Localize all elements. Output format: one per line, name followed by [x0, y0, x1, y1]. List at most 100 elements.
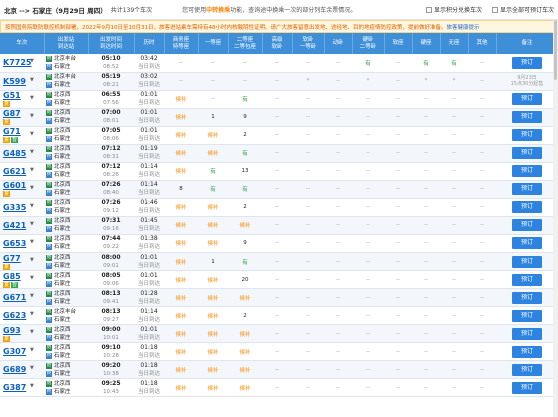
seat-availability[interactable]: 2	[243, 313, 247, 319]
seat-availability[interactable]: 候补	[239, 350, 250, 356]
seat-availability[interactable]: 有	[451, 61, 457, 67]
scrollbar-thumb[interactable]	[554, 20, 557, 80]
seat-availability[interactable]: 13	[242, 168, 249, 174]
expand-stops-icon[interactable]: ▼	[30, 131, 34, 137]
seat-availability[interactable]: 候补	[207, 241, 218, 247]
expand-stops-icon[interactable]: ▼	[30, 293, 34, 299]
notice-link[interactable]: 旅客健康提示	[447, 23, 480, 31]
seat-availability[interactable]: 候补	[207, 350, 218, 356]
seat-cell-1[interactable]: 候补	[198, 144, 228, 163]
seat-availability[interactable]: 候补	[175, 169, 186, 175]
train-number-link[interactable]: G93	[3, 326, 21, 335]
expand-stops-icon[interactable]: ▼	[30, 257, 34, 263]
expand-stops-icon[interactable]: ▼	[30, 149, 34, 155]
expand-stops-icon[interactable]: ▼	[30, 95, 34, 101]
train-number-link[interactable]: G621	[3, 167, 26, 176]
seat-cell-0[interactable]: 候补	[164, 324, 198, 344]
expand-stops-icon[interactable]: ▼	[30, 275, 34, 281]
seat-cell-1[interactable]: 候补	[198, 324, 228, 344]
seat-cell-2[interactable]: 候补	[228, 378, 262, 398]
seat-availability[interactable]: 候补	[175, 278, 186, 284]
seat-cell-2[interactable]: 候补	[228, 324, 262, 344]
seat-cell-1[interactable]: 候补	[198, 126, 228, 145]
book-button[interactable]: 预订	[512, 273, 542, 286]
seat-availability[interactable]: 有	[242, 97, 248, 103]
show-points-trains-checkbox[interactable]: 显示积分兑换车次	[425, 5, 482, 14]
expand-stops-icon[interactable]: ▼	[30, 77, 34, 83]
seat-availability[interactable]: 有	[242, 260, 248, 266]
seat-availability[interactable]: 候补	[175, 386, 186, 392]
seat-cell-0[interactable]: 候补	[164, 270, 198, 290]
seat-availability[interactable]: 候补	[175, 205, 186, 211]
train-number-link[interactable]: G77	[3, 254, 21, 263]
seat-availability[interactable]: 有	[423, 61, 429, 67]
seat-cell-1[interactable]: 有	[198, 180, 228, 199]
seat-cell-0[interactable]: 候补	[164, 288, 198, 308]
seat-availability[interactable]: 1	[211, 259, 215, 265]
book-button[interactable]: 预订	[512, 345, 542, 358]
expand-stops-icon[interactable]: ▼	[30, 113, 34, 119]
train-number-link[interactable]: G387	[3, 383, 26, 392]
seat-cell-2[interactable]: 有	[228, 180, 262, 199]
seat-availability[interactable]: 20	[242, 277, 249, 283]
seat-availability[interactable]: 有	[242, 187, 248, 193]
seat-cell-0[interactable]: 候补	[164, 378, 198, 398]
seat-availability[interactable]: 候补	[175, 332, 186, 338]
seat-cell-2[interactable]: 候补	[228, 360, 262, 380]
seat-cell-2[interactable]: 有	[228, 144, 262, 163]
seat-availability[interactable]: 候补	[239, 386, 250, 392]
book-button[interactable]: 预订	[512, 183, 542, 196]
seat-availability[interactable]: 候补	[207, 223, 218, 229]
seat-cell-6[interactable]: 有	[352, 54, 384, 73]
book-button[interactable]: 预订	[512, 219, 542, 232]
train-number-link[interactable]: K599	[3, 77, 26, 86]
seat-cell-2[interactable]: 9	[228, 234, 262, 254]
seat-availability[interactable]: 9	[243, 240, 247, 246]
train-number-link[interactable]: G307	[3, 347, 26, 356]
seat-availability[interactable]: 候补	[175, 133, 186, 139]
header-duration[interactable]: 历时	[134, 33, 165, 54]
seat-availability[interactable]: 候补	[175, 151, 186, 157]
expand-stops-icon[interactable]: ▼	[30, 365, 34, 371]
seat-availability[interactable]: 8	[179, 186, 183, 192]
seat-cell-2[interactable]: 候补	[228, 216, 262, 235]
header-train[interactable]: 车次	[0, 33, 45, 54]
expand-stops-icon[interactable]: ▼	[30, 58, 34, 64]
header-station[interactable]: 出发站 到达站	[44, 33, 89, 54]
expand-stops-icon[interactable]: ▼	[30, 329, 34, 335]
seat-availability[interactable]: 候补	[175, 314, 186, 320]
seat-cell-2[interactable]: 2	[228, 126, 262, 145]
expand-stops-icon[interactable]: ▼	[30, 185, 34, 191]
seat-cell-8[interactable]: 有	[412, 54, 440, 73]
book-button[interactable]: 预订	[512, 201, 542, 214]
train-number-link[interactable]: G623	[3, 311, 26, 320]
seat-availability[interactable]: 有	[210, 169, 216, 175]
expand-stops-icon[interactable]: ▼	[30, 221, 34, 227]
expand-stops-icon[interactable]: ▼	[30, 239, 34, 245]
seat-cell-0[interactable]: 8	[164, 180, 198, 199]
train-number-link[interactable]: G421	[3, 221, 26, 230]
seat-cell-1[interactable]: 候补	[198, 342, 228, 362]
book-button[interactable]: 预订	[512, 93, 542, 106]
seat-cell-1[interactable]: 1	[198, 252, 228, 272]
seat-cell-1[interactable]: 候补	[198, 270, 228, 290]
train-number-link[interactable]: G335	[3, 203, 26, 212]
seat-cell-2[interactable]: 候补	[228, 288, 262, 308]
seat-cell-0[interactable]: 候补	[164, 108, 198, 127]
seat-cell-0[interactable]: 候补	[164, 306, 198, 326]
seat-availability[interactable]: 候补	[175, 115, 186, 121]
expand-stops-icon[interactable]: ▼	[30, 167, 34, 173]
seat-cell-0[interactable]: 候补	[164, 90, 198, 109]
train-number-link[interactable]: G71	[3, 127, 21, 136]
expand-stops-icon[interactable]: ▼	[30, 203, 34, 209]
book-button[interactable]: 预订	[512, 111, 542, 124]
seat-cell-1[interactable]: 有	[198, 162, 228, 181]
seat-cell-9[interactable]: 有	[440, 54, 468, 73]
seat-availability[interactable]: 有	[365, 61, 371, 67]
seat-cell-1[interactable]: 候补	[198, 234, 228, 254]
transfer-link[interactable]: 中转换乘	[206, 7, 230, 14]
scrollbar[interactable]	[553, 20, 558, 417]
seat-cell-1[interactable]: 候补	[198, 288, 228, 308]
seat-cell-0[interactable]: 候补	[164, 126, 198, 145]
seat-cell-0[interactable]: 候补	[164, 234, 198, 254]
